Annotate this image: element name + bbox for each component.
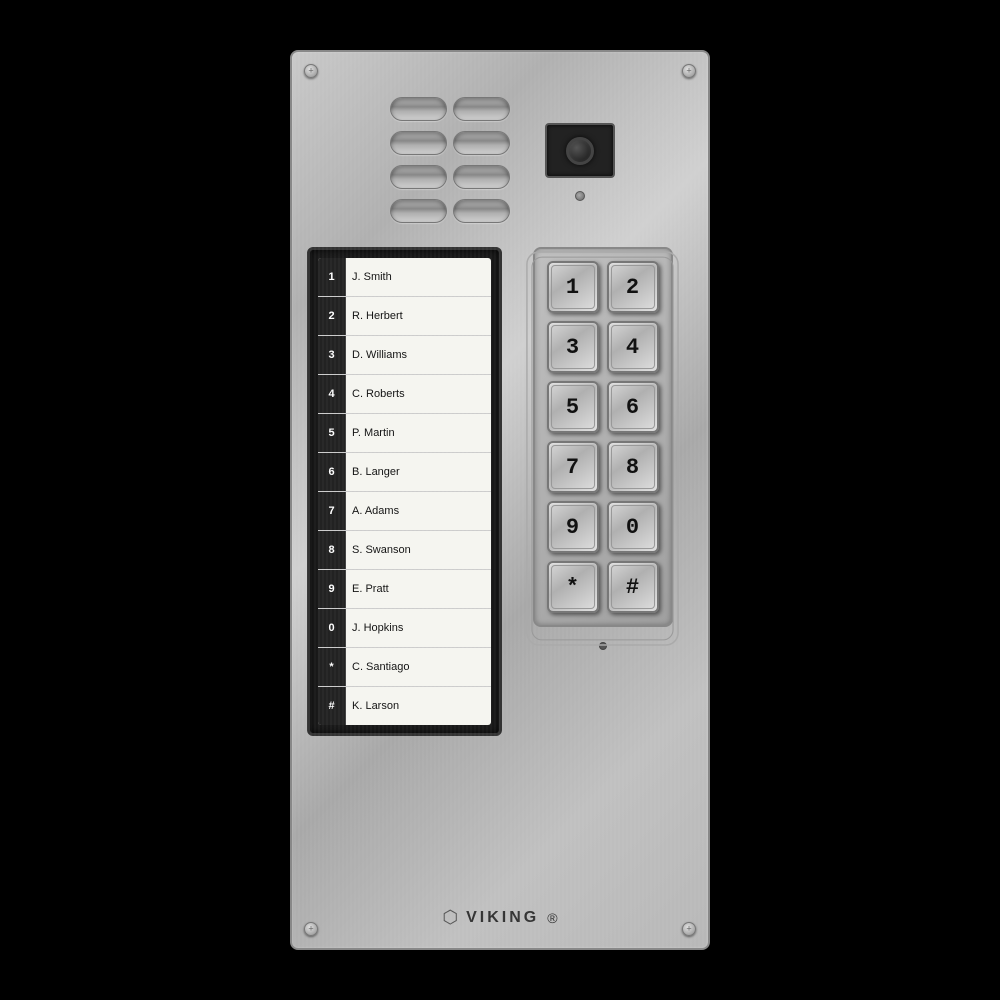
keypad-frame: 1234567890*# [533, 247, 673, 627]
viking-icon: ⬡ [442, 907, 458, 928]
speaker-slot [453, 97, 510, 121]
keypad-button-4[interactable]: 4 [607, 321, 659, 373]
keypad-button-hash[interactable]: # [607, 561, 659, 613]
screw-top-left [304, 64, 318, 78]
directory-name: E. Pratt [346, 579, 395, 599]
directory-panel: 1J. Smith2R. Herbert3D. Williams4C. Robe… [307, 247, 502, 736]
directory-row[interactable]: #K. Larson [318, 687, 491, 725]
directory-key: # [318, 687, 346, 725]
intercom-panel: 1J. Smith2R. Herbert3D. Williams4C. Robe… [290, 50, 710, 950]
directory-row[interactable]: 7A. Adams [318, 492, 491, 531]
directory-row[interactable]: 3D. Williams [318, 336, 491, 375]
directory-key: 4 [318, 375, 346, 413]
directory-key: 6 [318, 453, 346, 491]
directory-row[interactable]: 1J. Smith [318, 258, 491, 297]
directory-row[interactable]: 5P. Martin [318, 414, 491, 453]
directory-name: S. Swanson [346, 540, 417, 560]
directory-name: R. Herbert [346, 306, 409, 326]
directory-key: 5 [318, 414, 346, 452]
brand-registered: ® [547, 910, 557, 926]
keypad-section: 1234567890*# [512, 247, 693, 650]
directory-key: 3 [318, 336, 346, 374]
camera-lens [566, 137, 594, 165]
directory-row[interactable]: 0J. Hopkins [318, 609, 491, 648]
directory-name: A. Adams [346, 501, 405, 521]
directory-key: * [318, 648, 346, 686]
keypad-button-9[interactable]: 9 [547, 501, 599, 553]
screw-bottom-right [682, 922, 696, 936]
keypad-button-7[interactable]: 7 [547, 441, 599, 493]
directory-key: 0 [318, 609, 346, 647]
directory-name: D. Williams [346, 345, 413, 365]
speaker-slot [390, 199, 447, 223]
brand-name: VIKING [466, 909, 539, 927]
speaker-slot [390, 165, 447, 189]
directory-key: 8 [318, 531, 346, 569]
screw-top-right [682, 64, 696, 78]
keypad-button-1[interactable]: 1 [547, 261, 599, 313]
top-section [307, 92, 693, 232]
keypad-button-6[interactable]: 6 [607, 381, 659, 433]
directory-row[interactable]: *C. Santiago [318, 648, 491, 687]
directory-list: 1J. Smith2R. Herbert3D. Williams4C. Robe… [318, 258, 491, 725]
brand-area: ⬡ VIKING ® [307, 907, 693, 928]
keypad-button-5[interactable]: 5 [547, 381, 599, 433]
directory-name: K. Larson [346, 696, 405, 716]
directory-name: B. Langer [346, 462, 406, 482]
speaker-slot [453, 165, 510, 189]
keypad-button-8[interactable]: 8 [607, 441, 659, 493]
speaker-slot [390, 131, 447, 155]
speaker-slot [453, 131, 510, 155]
led-indicator [575, 191, 585, 201]
directory-key: 7 [318, 492, 346, 530]
camera-unit [545, 123, 615, 178]
screw-bottom-left [304, 922, 318, 936]
keypad-button-0[interactable]: 0 [607, 501, 659, 553]
directory-name: J. Hopkins [346, 618, 409, 638]
directory-key: 9 [318, 570, 346, 608]
directory-name: P. Martin [346, 423, 401, 443]
speaker-grille [385, 92, 515, 232]
directory-row[interactable]: 8S. Swanson [318, 531, 491, 570]
directory-row[interactable]: 9E. Pratt [318, 570, 491, 609]
bottom-section: 1J. Smith2R. Herbert3D. Williams4C. Robe… [307, 247, 693, 887]
directory-row[interactable]: 4C. Roberts [318, 375, 491, 414]
directory-name: J. Smith [346, 267, 398, 287]
directory-key: 2 [318, 297, 346, 335]
directory-row[interactable]: 6B. Langer [318, 453, 491, 492]
keypad-led [599, 642, 607, 650]
directory-key: 1 [318, 258, 346, 296]
keypad-button-2[interactable]: 2 [607, 261, 659, 313]
speaker-slot [453, 199, 510, 223]
speaker-slot [390, 97, 447, 121]
directory-name: C. Roberts [346, 384, 411, 404]
directory-name: C. Santiago [346, 657, 415, 677]
keypad-button-3[interactable]: 3 [547, 321, 599, 373]
directory-row[interactable]: 2R. Herbert [318, 297, 491, 336]
keypad-grid: 1234567890*# [547, 261, 659, 613]
keypad-button-star[interactable]: * [547, 561, 599, 613]
